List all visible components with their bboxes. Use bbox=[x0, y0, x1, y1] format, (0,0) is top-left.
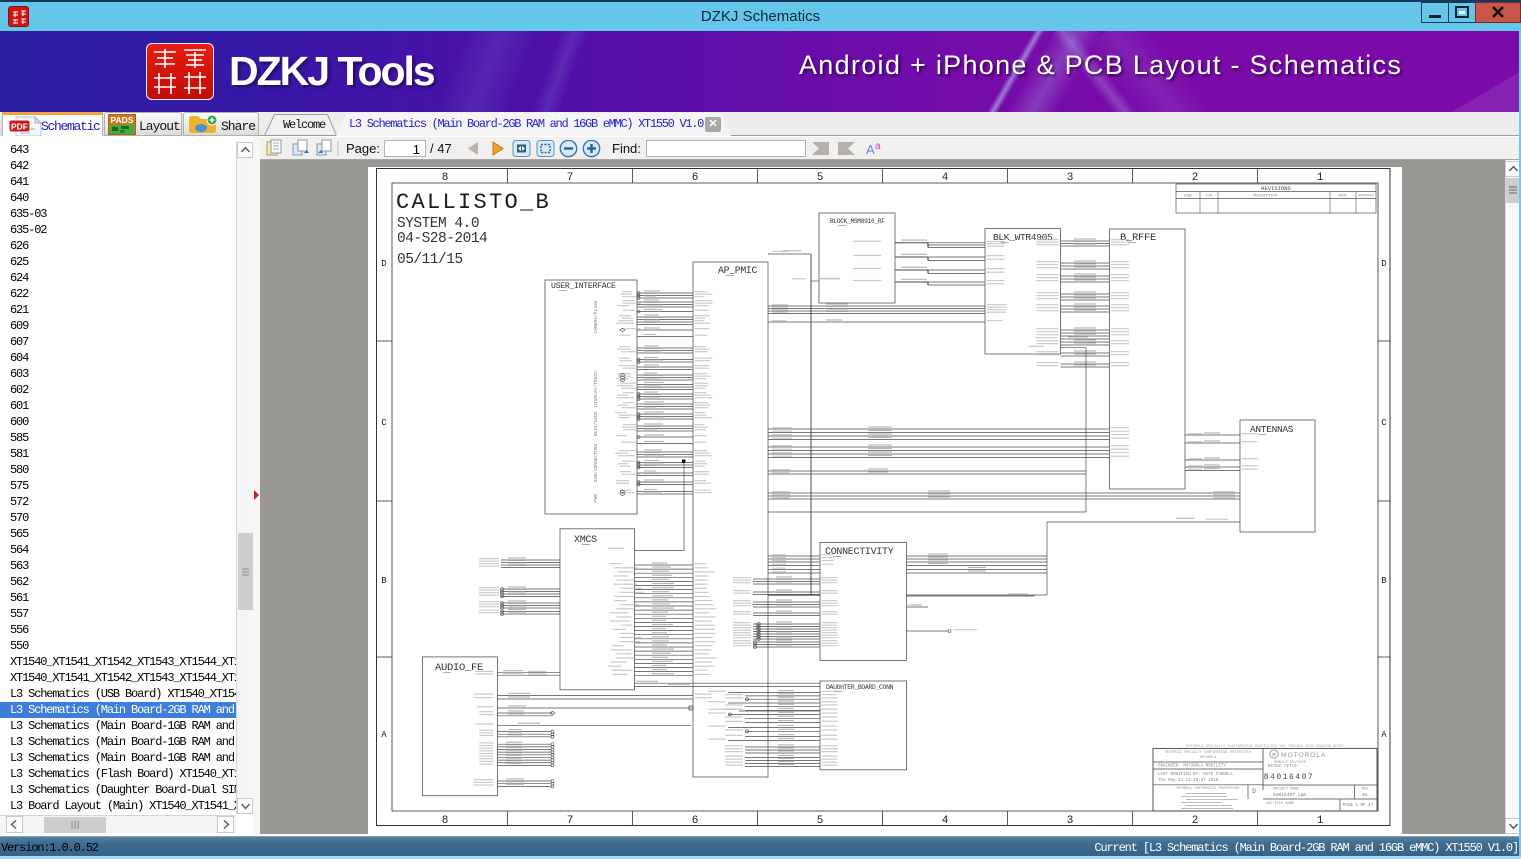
svg-text:M: M bbox=[1272, 752, 1275, 759]
svg-text:BLOCK TITLE:: BLOCK TITLE: bbox=[1268, 764, 1300, 769]
svg-text:5: 5 bbox=[817, 172, 824, 184]
svg-text:CALLISTO_B: CALLISTO_B bbox=[396, 190, 551, 215]
svg-text:B: B bbox=[1381, 576, 1387, 586]
svg-text:APPROVED: APPROVED bbox=[1358, 194, 1373, 198]
svg-text:01: 01 bbox=[1362, 792, 1368, 798]
svg-text:PADS: PADS bbox=[111, 115, 134, 125]
svg-text:5: 5 bbox=[817, 815, 824, 827]
svg-text:USER_INTERFACE: USER_INTERFACE bbox=[551, 282, 616, 291]
svg-text:KEYS/LEDS: KEYS/LEDS bbox=[593, 411, 599, 436]
svg-text:Thu May 11 14:19:47 2015: Thu May 11 14:19:47 2015 bbox=[1158, 778, 1219, 783]
svg-text:C: C bbox=[381, 418, 387, 428]
svg-text:LAST MODIFIED BY: NATE CONNEL: LAST MODIFIED BY: NATE CONNELL bbox=[1158, 773, 1234, 777]
svg-text:D: D bbox=[1381, 259, 1386, 269]
svg-text:C: C bbox=[1381, 418, 1387, 428]
svg-text:PAGE 1 OF 47: PAGE 1 OF 47 bbox=[1343, 804, 1374, 808]
svg-text:MOTOROLA: MOTOROLA bbox=[1200, 756, 1217, 760]
svg-text:4: 4 bbox=[942, 815, 949, 827]
svg-text:6: 6 bbox=[692, 172, 699, 184]
svg-text:ZONE: ZONE bbox=[1184, 195, 1193, 199]
svg-text:7: 7 bbox=[567, 815, 574, 827]
svg-text:A: A bbox=[1381, 730, 1387, 740]
svg-text:D: D bbox=[1252, 788, 1256, 795]
svg-text:3: 3 bbox=[1067, 815, 1074, 827]
svg-text:CAMERA/FLASH: CAMERA/FLASH bbox=[593, 300, 599, 333]
svg-text:04-S28-2014: 04-S28-2014 bbox=[397, 231, 487, 247]
svg-text:3: 3 bbox=[1067, 172, 1074, 184]
svg-text:1: 1 bbox=[1317, 815, 1324, 827]
svg-text:PWR: PWR bbox=[593, 494, 599, 503]
svg-text:AP_PMIC: AP_PMIC bbox=[718, 265, 757, 276]
svg-text:B: B bbox=[381, 576, 387, 586]
svg-text:2: 2 bbox=[1192, 172, 1199, 184]
svg-text:SUB/CONNECTORS: SUB/CONNECTORS bbox=[593, 443, 599, 482]
svg-text:AUDIO_FE: AUDIO_FE bbox=[435, 662, 483, 674]
svg-text:MOTOROLA SPECIALTY CONFIDENTIA: MOTOROLA SPECIALTY CONFIDENTIAL RESTRICT… bbox=[1165, 751, 1250, 755]
svg-text:84016407.cpm: 84016407.cpm bbox=[1273, 792, 1306, 798]
svg-text:MOTOROLA CONFIDENTIAL PROPRIET: MOTOROLA CONFIDENTIAL PROPRIETARY bbox=[1176, 786, 1239, 790]
svg-text:REVISIONS: REVISIONS bbox=[1261, 185, 1291, 192]
svg-text:8: 8 bbox=[442, 172, 449, 184]
svg-text:7: 7 bbox=[567, 172, 574, 184]
svg-text:DESCRIPTION: DESCRIPTION bbox=[1253, 195, 1277, 199]
svg-text:6: 6 bbox=[692, 815, 699, 827]
svg-text:8: 8 bbox=[442, 815, 449, 827]
svg-text:2: 2 bbox=[1192, 815, 1199, 827]
svg-text:84016407: 84016407 bbox=[1264, 773, 1314, 782]
svg-text:MOTOROLA: MOTOROLA bbox=[1281, 752, 1326, 759]
svg-text:DAUGHTER_BOARD_CONN: DAUGHTER_BOARD_CONN bbox=[826, 684, 894, 691]
svg-text:ENGINEER: MOTOROLA MOBILITY: ENGINEER: MOTOROLA MOBILITY bbox=[1158, 765, 1226, 769]
svg-text:SYSTEM 4.0: SYSTEM 4.0 bbox=[397, 216, 479, 232]
svg-text:CAD FILE NAME: CAD FILE NAME bbox=[1266, 802, 1294, 806]
svg-text:PDF: PDF bbox=[11, 122, 28, 132]
svg-text:MOTOROLA SPECIALTY CONFIDENTIA: MOTOROLA SPECIALTY CONFIDENTIAL RESTRICT… bbox=[1186, 745, 1343, 749]
svg-text:D: D bbox=[381, 259, 386, 269]
svg-text:4: 4 bbox=[942, 172, 949, 184]
svg-text:1: 1 bbox=[1317, 172, 1324, 184]
svg-text:a: a bbox=[875, 141, 881, 152]
svg-text:PROJECT NAME: PROJECT NAME bbox=[1273, 788, 1299, 792]
svg-text:REV: REV bbox=[1362, 788, 1369, 792]
svg-text:A: A bbox=[866, 142, 875, 157]
svg-text:CIR: CIR bbox=[1206, 195, 1213, 199]
svg-text:DISPLAY/TOUCH: DISPLAY/TOUCH bbox=[593, 371, 599, 407]
svg-text:05/11/15: 05/11/15 bbox=[397, 252, 463, 268]
svg-text:A: A bbox=[381, 730, 387, 740]
svg-text:DATE: DATE bbox=[1339, 195, 1348, 199]
svg-text:BLOCK_MSM8916_RF: BLOCK_MSM8916_RF bbox=[830, 218, 885, 225]
